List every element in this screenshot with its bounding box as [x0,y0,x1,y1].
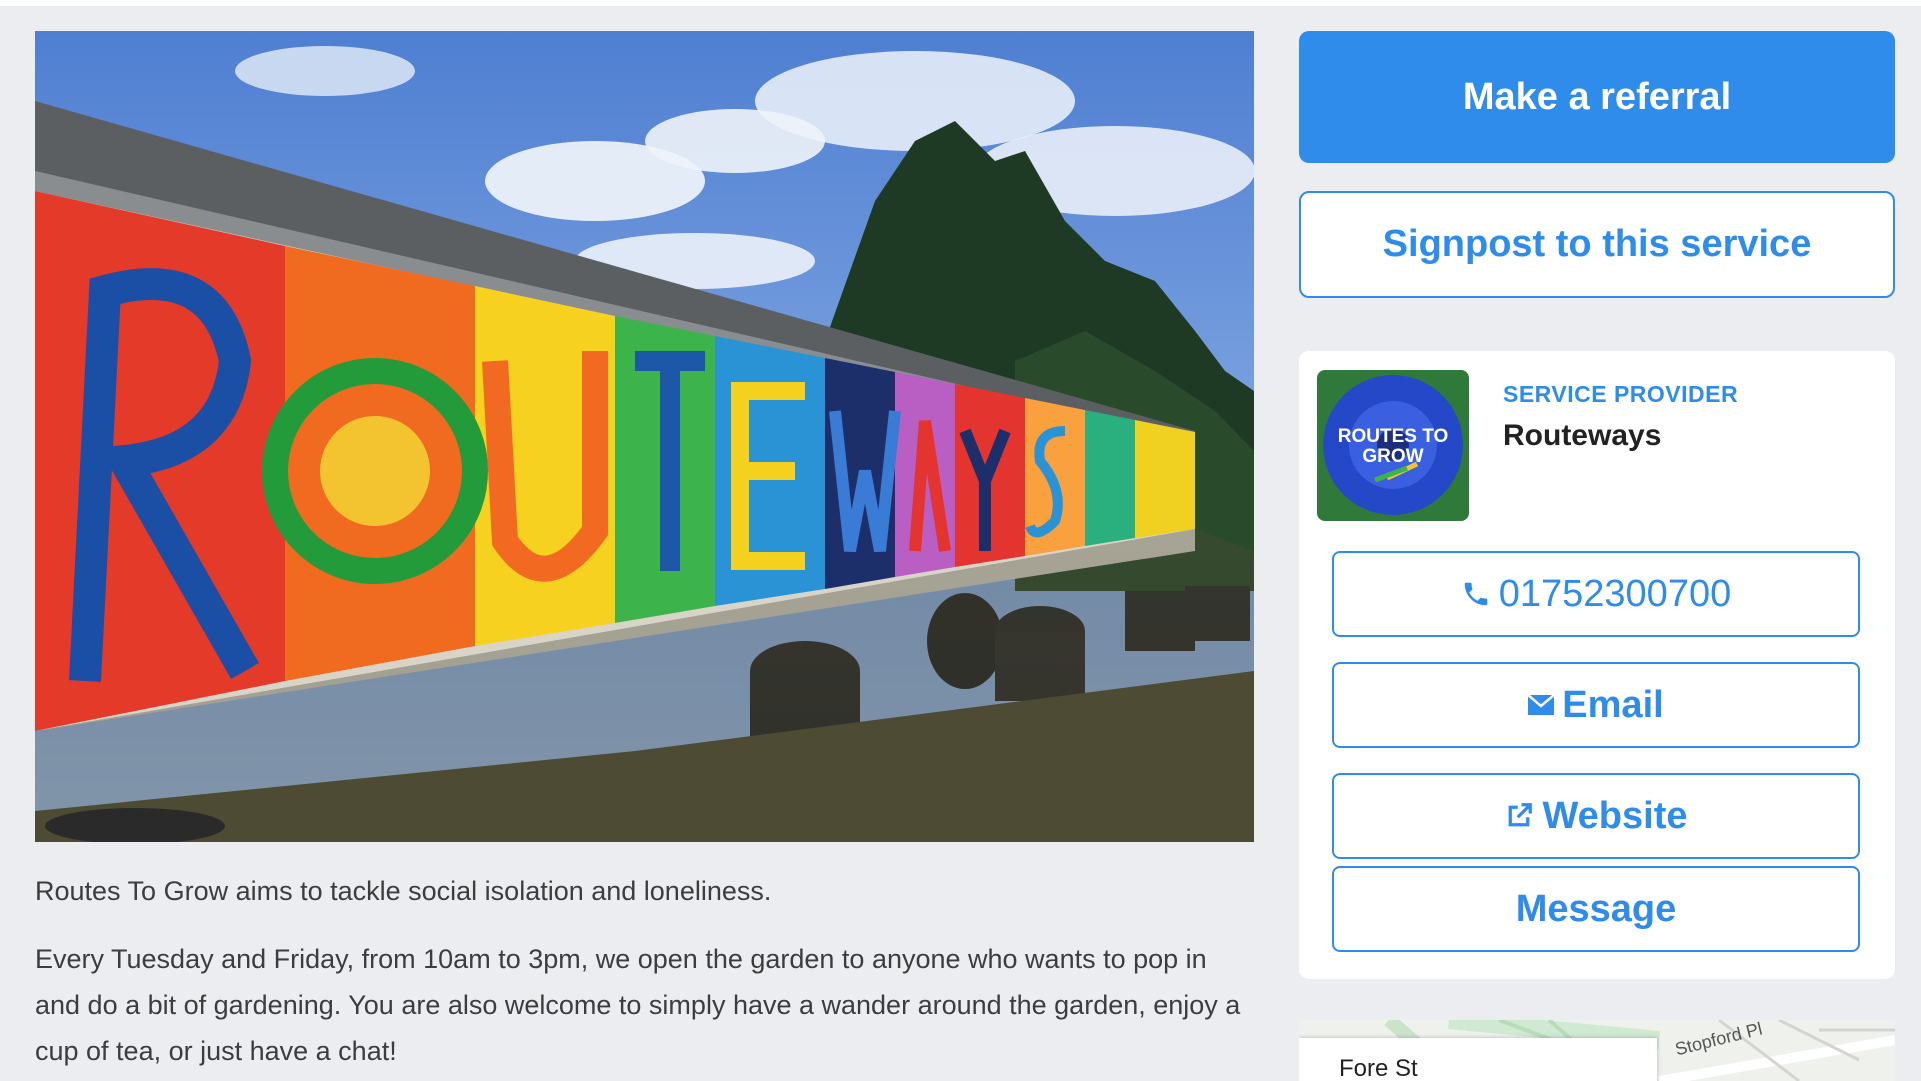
external-link-icon [1504,801,1534,831]
description-paragraph: Every Tuesday and Friday, from 10am to 3… [35,944,1241,1066]
website-label: Website [1542,794,1688,837]
signpost-button[interactable]: Signpost to this service [1299,191,1895,298]
provider-name: Routeways [1503,419,1662,452]
map-street-label: Fore St [1339,1055,1418,1081]
phone-label: 01752300700 [1498,572,1732,615]
email-icon [1528,695,1555,715]
signpost-label: Signpost to this service [1382,223,1812,265]
message-button[interactable]: Message [1332,866,1860,952]
email-label: Email [1562,683,1664,726]
service-provider-card: ROUTES TO GROW SERVICE PROVIDER Routeway… [1299,351,1895,979]
provider-logo[interactable]: ROUTES TO GROW [1317,370,1469,521]
location-map[interactable]: Fore St Stopford Pl [1299,1020,1895,1081]
service-description: Routes To Grow aims to tackle social iso… [35,868,1254,1074]
description-paragraph: Routes To Grow aims to tackle social iso… [35,876,772,906]
phone-icon [1461,579,1491,609]
hero-image [35,31,1254,842]
website-button[interactable]: Website [1332,773,1860,859]
provider-logo-text: ROUTES TO [1338,426,1449,447]
top-strip [0,0,1921,6]
phone-button[interactable]: 01752300700 [1332,551,1860,637]
message-label: Message [1515,887,1677,930]
provider-kicker: SERVICE PROVIDER [1503,381,1739,407]
make-referral-button[interactable]: Make a referral [1299,31,1895,163]
email-button[interactable]: Email [1332,662,1860,748]
make-referral-label: Make a referral [1462,75,1732,118]
